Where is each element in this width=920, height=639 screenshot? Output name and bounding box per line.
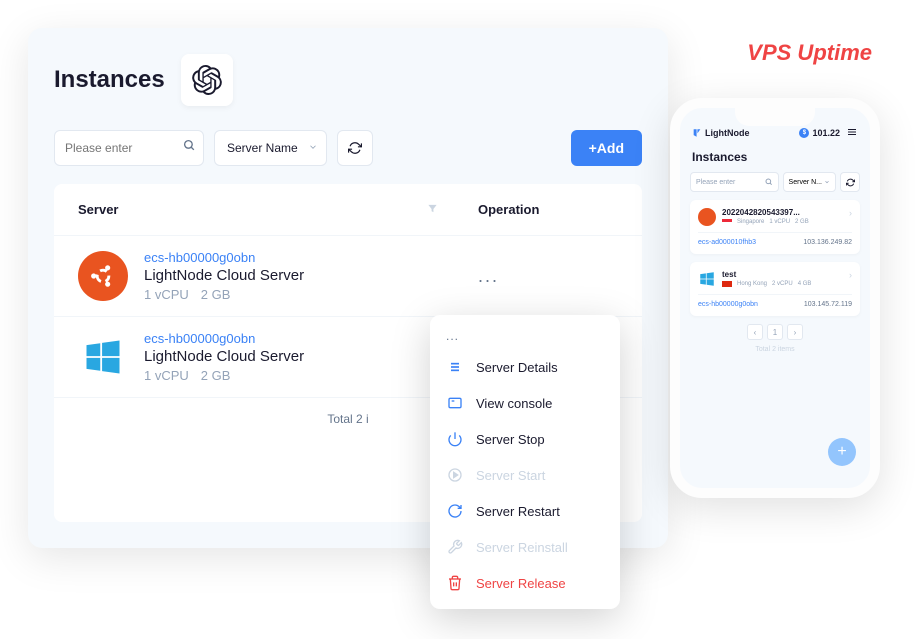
mobile-preview: LightNode $ 101.22 Instances Please ente… [670,98,880,498]
search-icon [765,178,773,186]
filter-select[interactable]: Server Name [214,130,327,166]
menu-server-stop[interactable]: Server Stop [430,421,620,457]
menu-server-release[interactable]: Server Release [430,565,620,601]
filter-icon[interactable] [427,202,438,217]
lightnode-icon [692,128,702,138]
mobile-total: Total 2 items [690,346,860,353]
dollar-icon: $ [799,128,809,138]
windows-icon [78,332,128,382]
mobile-filter-select[interactable]: Server N... [783,172,836,192]
openai-logo [181,54,233,106]
chevron-right-icon: › [849,208,852,218]
mobile-server-ip: 103.145.72.119 [804,301,852,308]
mobile-balance: $ 101.22 [799,128,840,138]
chevron-down-icon [824,179,830,185]
filter-select-label: Server Name [227,141,298,155]
refresh-icon [846,178,855,187]
phone-notch [735,106,815,126]
knot-icon [192,65,222,95]
mobile-logo: LightNode [692,128,750,138]
menu-server-reinstall: Server Reinstall [430,529,620,565]
ubuntu-icon [78,251,128,301]
flag-sg-icon [722,219,732,225]
mobile-pager: ‹ 1 › [690,324,860,340]
server-id[interactable]: ecs-hb00000g0obn [144,331,478,346]
pager-prev[interactable]: ‹ [747,324,763,340]
mobile-server-name: 2022042820543397... [722,208,843,217]
flag-hk-icon [722,281,732,287]
server-spec: 1 vCPU2 GB [144,287,478,302]
add-button[interactable]: +Add [571,130,642,166]
play-icon [446,466,464,484]
column-header-server: Server [78,202,427,217]
pager-next[interactable]: › [787,324,803,340]
mobile-refresh[interactable] [840,172,860,192]
dropdown-header: ... [430,323,620,349]
menu-server-start: Server Start [430,457,620,493]
table-row: ecs-hb00000g0obn LightNode Cloud Server … [54,235,642,316]
chevron-right-icon: › [849,270,852,280]
restart-icon [446,502,464,520]
wrench-icon [446,538,464,556]
menu-icon[interactable] [846,126,858,140]
pager-current: 1 [767,324,783,340]
search-input[interactable] [54,130,204,166]
server-name: LightNode Cloud Server [144,267,478,284]
server-name: LightNode Cloud Server [144,348,478,365]
chevron-down-icon [308,141,318,155]
refresh-button[interactable] [337,130,373,166]
server-spec: 1 vCPU2 GB [144,368,478,383]
mobile-server-id: ecs-ad000010fhb3 [698,239,756,246]
list-icon [446,358,464,376]
ubuntu-icon [698,208,716,226]
plus-icon: + [837,443,846,461]
server-id[interactable]: ecs-hb00000g0obn [144,250,478,265]
row-actions-button[interactable]: ... [478,266,618,287]
windows-icon [698,270,716,288]
search-container [54,130,204,166]
mobile-search[interactable]: Please enter [690,172,779,192]
column-header-operation: Operation [478,202,618,217]
menu-view-console[interactable]: View console [430,385,620,421]
actions-dropdown: ... Server Details View console Server S… [430,315,620,609]
mobile-add-button[interactable]: + [828,438,856,466]
trash-icon [446,574,464,592]
mobile-instance-card[interactable]: test Hong Kong 2 vCPU 4 GB › ecs-hb00000… [690,262,860,316]
mobile-instance-card[interactable]: 2022042820543397... Singapore 1 vCPU 2 G… [690,200,860,254]
console-icon [446,394,464,412]
brand-logo: VPS Uptime [747,40,872,66]
mobile-server-id: ecs-hb00000g0obn [698,301,758,308]
refresh-icon [348,141,362,155]
page-title: Instances [54,66,165,94]
power-icon [446,430,464,448]
mobile-server-name: test [722,270,843,279]
search-icon [183,139,196,157]
menu-server-restart[interactable]: Server Restart [430,493,620,529]
mobile-title: Instances [690,150,860,164]
menu-server-details[interactable]: Server Details [430,349,620,385]
mobile-server-ip: 103.136.249.82 [803,239,852,246]
